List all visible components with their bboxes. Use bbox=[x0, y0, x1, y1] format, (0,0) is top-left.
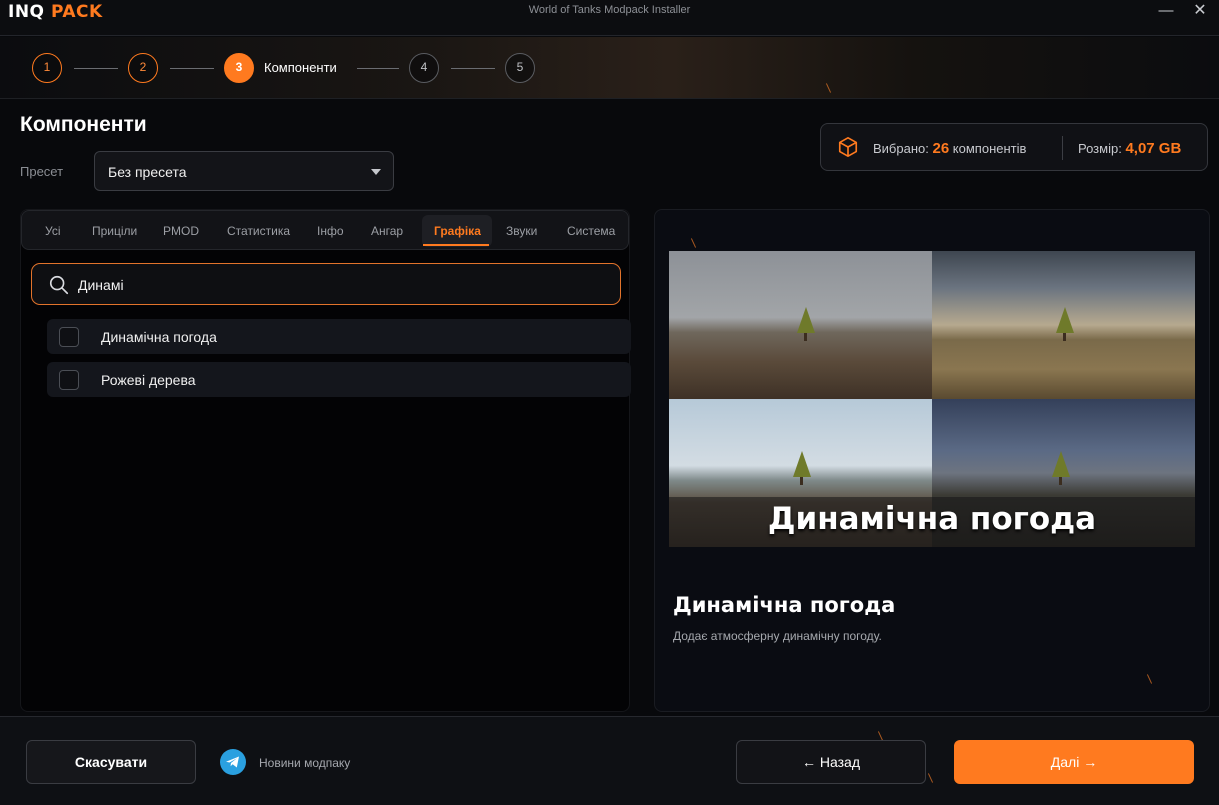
cancel-button[interactable]: Скасувати bbox=[26, 740, 196, 784]
selected-label: Вибрано: bbox=[873, 141, 929, 156]
item-label: Динамічна погода bbox=[101, 329, 217, 345]
active-step-label: Компоненти bbox=[264, 60, 337, 75]
selected-suffix: компонентів bbox=[952, 141, 1027, 156]
footer-bar: Скасувати Новини модпаку ← Назад Далі → bbox=[0, 716, 1219, 805]
preset-dropdown[interactable]: Без пресета bbox=[94, 151, 394, 191]
tab-system[interactable]: Система bbox=[567, 224, 615, 238]
decor-spark bbox=[825, 83, 832, 93]
search-value: Динамі bbox=[78, 277, 124, 293]
tree-trunk bbox=[1063, 333, 1066, 341]
minimize-button[interactable]: — bbox=[1152, 2, 1180, 22]
search-input[interactable]: Динамі bbox=[31, 263, 621, 305]
step-3[interactable]: 3 bbox=[224, 53, 254, 83]
components-panel: Усі Приціли PMOD Статистика Інфо Ангар Г… bbox=[20, 209, 631, 712]
tab-pmod[interactable]: PMOD bbox=[163, 224, 199, 238]
step-2[interactable]: 2 bbox=[128, 53, 158, 83]
item-checkbox[interactable] bbox=[59, 370, 79, 390]
tab-hangar[interactable]: Ангар bbox=[371, 224, 403, 238]
step-5: 5 bbox=[505, 53, 535, 83]
search-icon bbox=[48, 274, 70, 301]
close-button[interactable]: ✕ bbox=[1186, 2, 1214, 22]
preview-quadrant-sunset bbox=[932, 251, 1195, 399]
active-tab-indicator bbox=[423, 244, 489, 246]
tab-graphics[interactable]: Графіка bbox=[434, 224, 481, 238]
package-icon bbox=[837, 136, 859, 163]
preset-label: Пресет bbox=[20, 164, 64, 179]
size-label: Розмір: bbox=[1078, 141, 1122, 156]
chevron-down-icon bbox=[371, 169, 381, 175]
tab-sounds[interactable]: Звуки bbox=[506, 224, 537, 238]
preview-quadrant-overcast bbox=[669, 251, 932, 399]
preview-caption: Динамічна погода bbox=[767, 501, 1097, 537]
decor-spark bbox=[690, 238, 697, 248]
component-title: Динамічна погода bbox=[673, 593, 896, 617]
tree-shape bbox=[1056, 307, 1074, 333]
modpack-news-link[interactable]: Новини модпаку bbox=[259, 756, 350, 770]
list-item[interactable]: Рожеві дерева bbox=[47, 362, 631, 397]
window-title: World of Tanks Modpack Installer bbox=[528, 4, 691, 16]
step-4: 4 bbox=[409, 53, 439, 83]
telegram-icon[interactable] bbox=[220, 749, 246, 775]
step-connector bbox=[357, 68, 399, 69]
selected-count: 26 bbox=[932, 140, 950, 157]
component-details-panel: Динамічна погода Динамічна погода Додає … bbox=[654, 209, 1210, 712]
title-bar: INQ PACK World of Tanks Modpack Installe… bbox=[0, 0, 1219, 36]
step-1[interactable]: 1 bbox=[32, 53, 62, 83]
step-connector bbox=[451, 68, 495, 69]
step-connector bbox=[170, 68, 214, 69]
decor-spark bbox=[1146, 674, 1153, 684]
size-text: Розмір: 4,07 GB bbox=[1078, 140, 1181, 157]
size-value: 4,07 GB bbox=[1125, 140, 1182, 157]
wizard-stepper: 1 2 3 Компоненти 4 5 bbox=[0, 37, 1219, 99]
next-button[interactable]: Далі → bbox=[954, 740, 1194, 784]
item-checkbox[interactable] bbox=[59, 327, 79, 347]
tab-info[interactable]: Інфо bbox=[317, 224, 344, 238]
page-title: Компоненти bbox=[20, 113, 147, 136]
tree-shape bbox=[793, 451, 811, 477]
step-connector bbox=[74, 68, 118, 69]
component-preview-image: Динамічна погода bbox=[669, 251, 1195, 547]
tree-shape bbox=[797, 307, 815, 333]
tree-trunk bbox=[804, 333, 807, 341]
tab-all[interactable]: Усі bbox=[45, 224, 61, 238]
tree-trunk bbox=[800, 477, 803, 485]
tree-shape bbox=[1052, 451, 1070, 477]
decor-spark bbox=[927, 773, 934, 783]
tab-statistics[interactable]: Статистика bbox=[227, 224, 290, 238]
list-item[interactable]: Динамічна погода bbox=[47, 319, 631, 354]
selection-summary: Вибрано: 26 компонентів Розмір: 4,07 GB bbox=[820, 123, 1208, 171]
tab-sights[interactable]: Приціли bbox=[92, 224, 137, 238]
item-label: Рожеві дерева bbox=[101, 372, 196, 388]
back-button[interactable]: ← Назад bbox=[736, 740, 926, 784]
component-description: Додає атмосферну динамічну погоду. bbox=[673, 629, 882, 643]
summary-divider bbox=[1062, 136, 1063, 160]
tree-trunk bbox=[1059, 477, 1062, 485]
selected-count-text: Вибрано: 26 компонентів bbox=[873, 140, 1026, 157]
preset-value: Без пресета bbox=[108, 164, 187, 180]
category-tabs: Усі Приціли PMOD Статистика Інфо Ангар Г… bbox=[21, 210, 629, 250]
